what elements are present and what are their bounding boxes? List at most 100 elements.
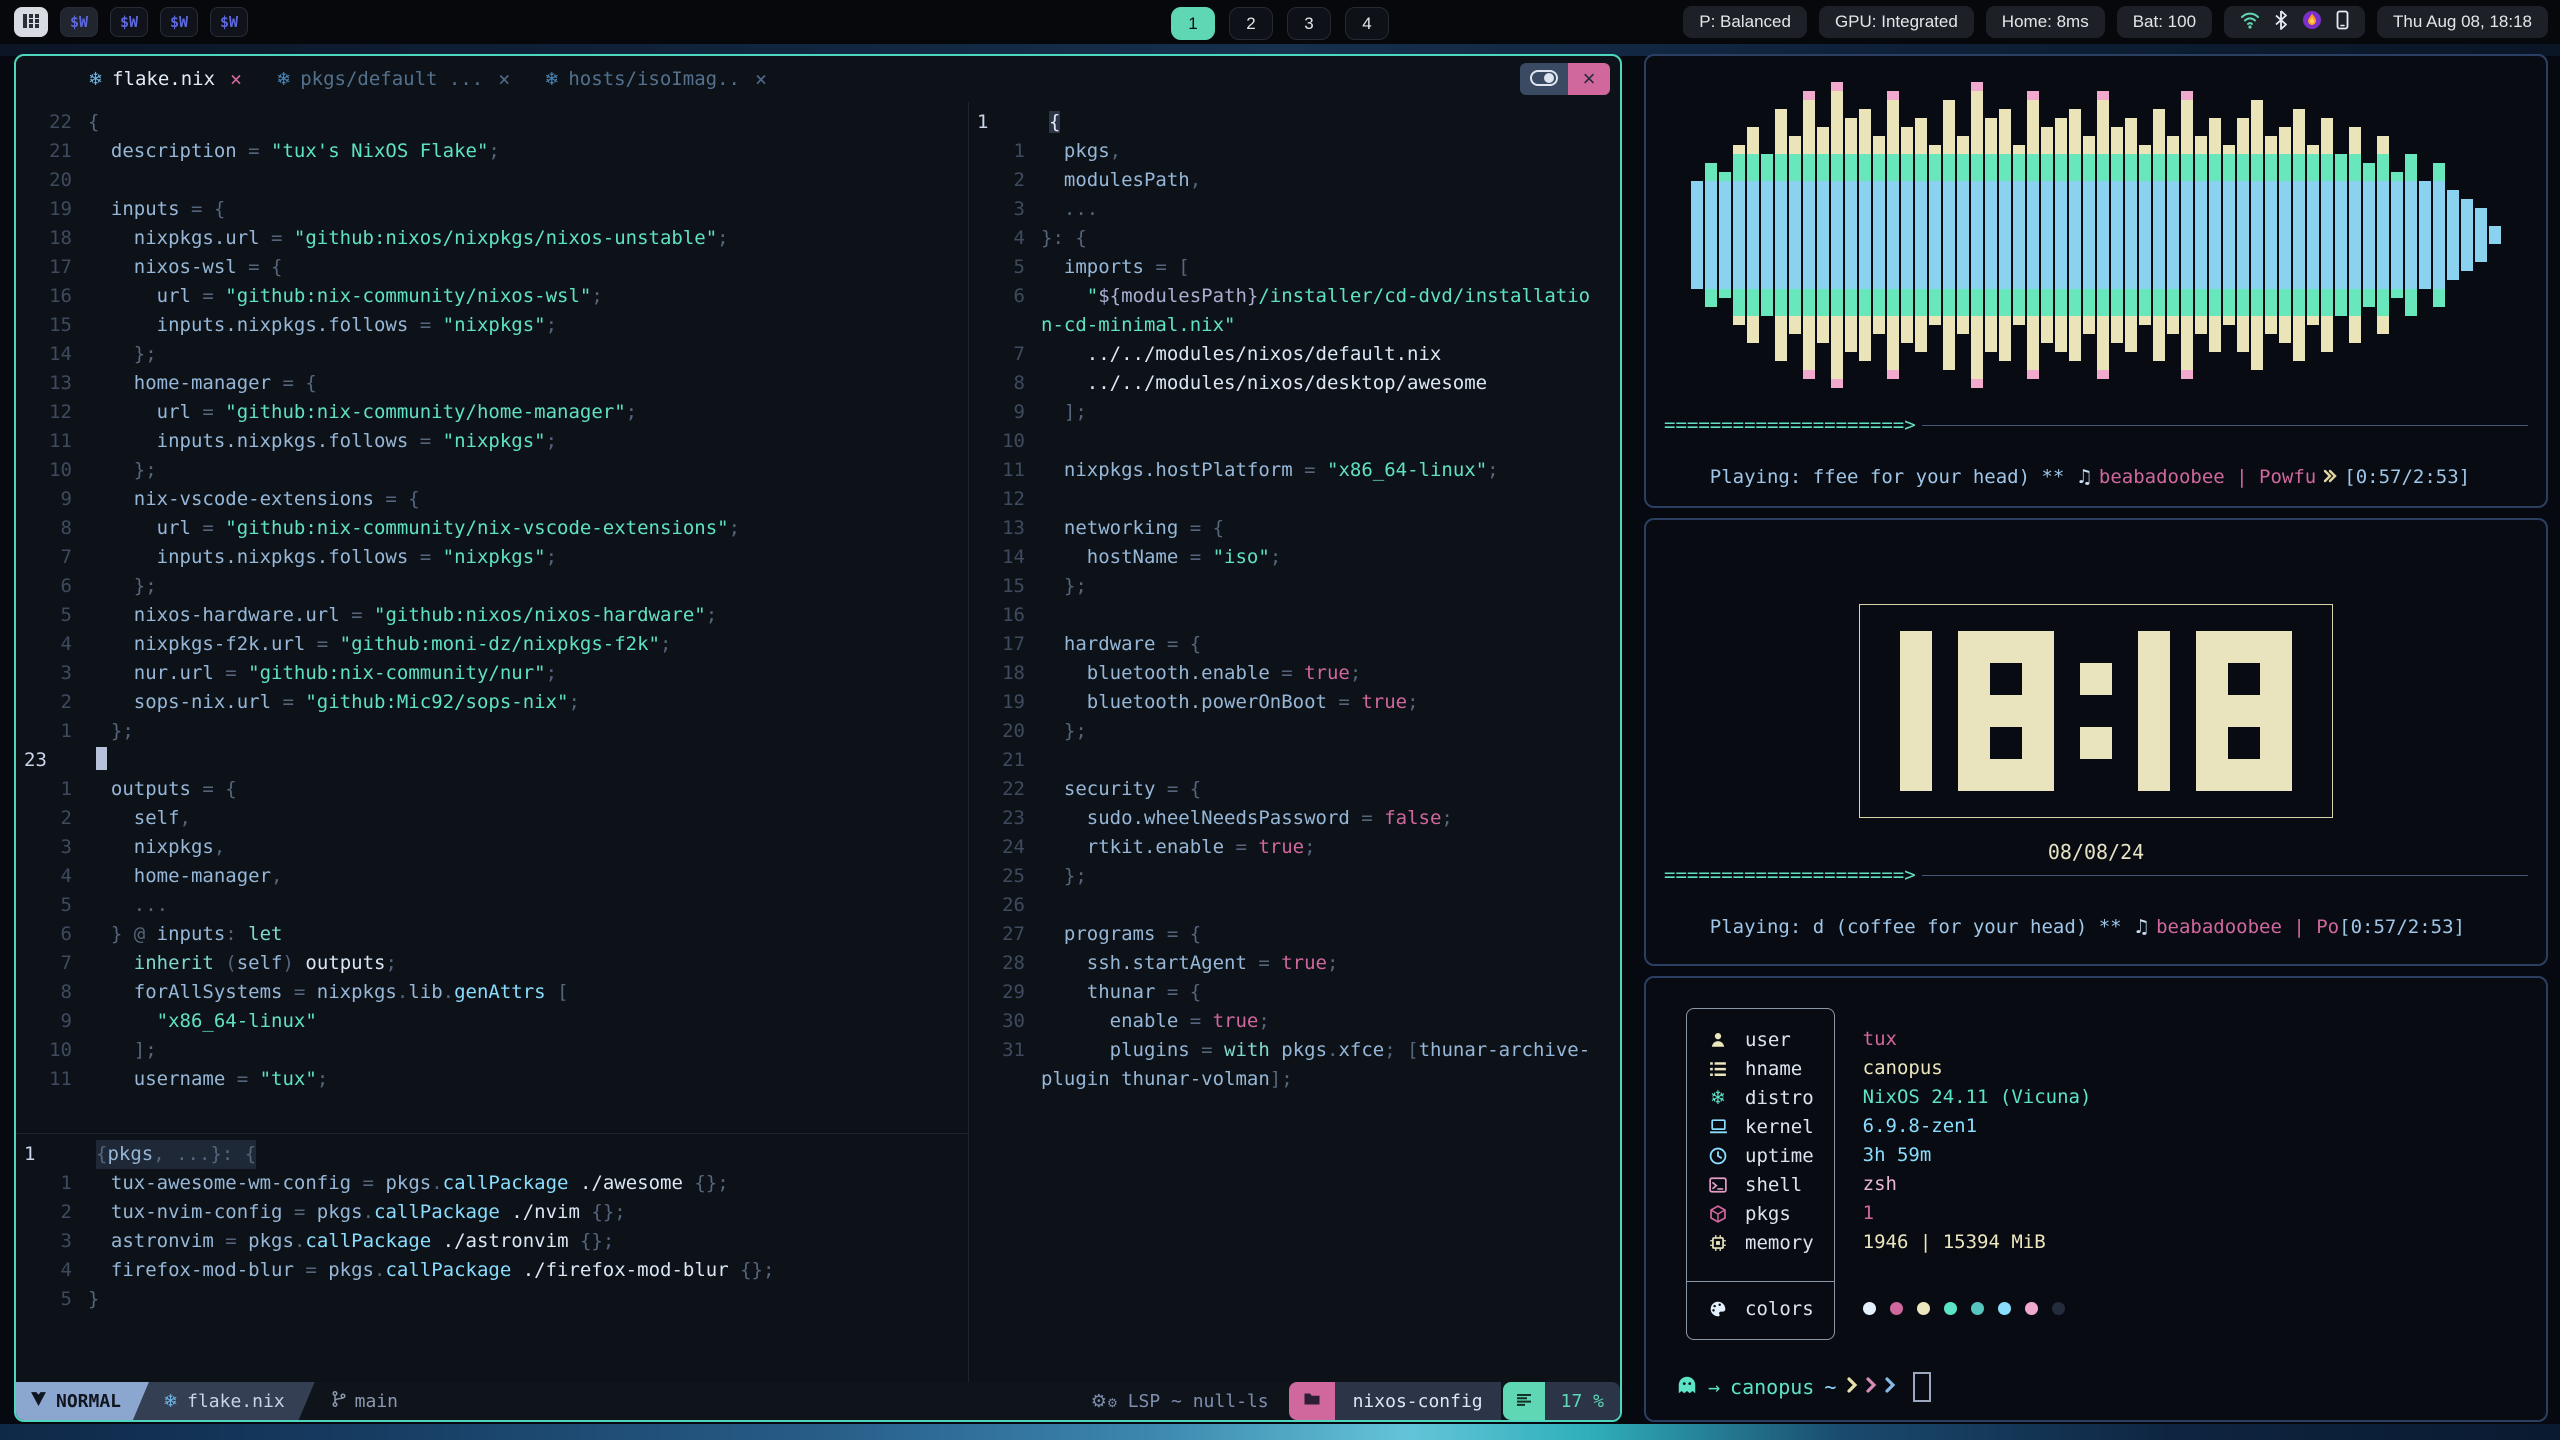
toggle-button[interactable] — [1520, 63, 1568, 95]
code-line: 4 nixpkgs-f2k.url = "github:moni-dz/nixp… — [16, 630, 968, 659]
color-dot — [1971, 1302, 1984, 1315]
visualizer-bar — [1719, 70, 1731, 400]
visualizer-bar — [2237, 70, 2249, 400]
line-number: 17 — [969, 630, 1041, 659]
buffer-tab-1[interactable]: ❄flake.nix× — [88, 67, 242, 91]
clock-digit — [1958, 631, 2054, 791]
lsp-segment: ⚙⚙ LSP ~ null-ls — [1091, 1382, 1269, 1420]
audio-visualizer — [1664, 70, 2528, 400]
music-note-icon: ♫ — [2076, 466, 2099, 488]
lines-icon — [1516, 1391, 1532, 1412]
line-number: 10 — [969, 427, 1041, 456]
fetch-labels: userhname❄distrokerneluptimeshellpkgsmem… — [1686, 1008, 1835, 1340]
progress-text: =====================> — [1664, 864, 1916, 886]
visualizer-bar — [2111, 70, 2123, 400]
line-number: 2 — [16, 804, 88, 833]
fetch-row-pkgs: pkgs — [1707, 1199, 1814, 1228]
line-number: 3 — [16, 833, 88, 862]
visualizer-bar — [1775, 70, 1787, 400]
visualizer-bar — [1887, 70, 1899, 400]
datetime-text: Thu Aug 08, 18:18 — [2393, 12, 2532, 32]
workspace-button-1[interactable]: $W — [60, 7, 98, 37]
prompt-host: canopus — [1730, 1375, 1814, 1399]
visualizer-bar — [1859, 70, 1871, 400]
tab-close-icon[interactable]: × — [498, 67, 510, 91]
code-line: 13 networking = { — [969, 514, 1620, 543]
status-pill: P: Balanced — [1683, 6, 1807, 38]
track-title: d (coffee for your head) ** — [1813, 916, 2133, 938]
progress-text: =====================> — [1664, 414, 1916, 436]
code-line: 11 username = "tux"; — [16, 1065, 968, 1094]
code-line: 11 nixpkgs.hostPlatform = "x86_64-linux"… — [969, 456, 1620, 485]
line-number: 1 — [16, 1140, 96, 1169]
tag-1[interactable]: 1 — [1171, 7, 1215, 40]
tab-label: hosts/isoImag.. — [568, 68, 740, 90]
code-line: 6 "${modulesPath}/installer/cd-dvd/insta… — [969, 282, 1620, 311]
tab-label: flake.nix — [112, 68, 215, 90]
tag-3[interactable]: 3 — [1287, 7, 1331, 40]
workspace-button-4[interactable]: $W — [210, 7, 248, 37]
code-line: 4 firefox-mod-blur = pkgs.callPackage ./… — [16, 1256, 968, 1285]
line-number: 6 — [16, 572, 88, 601]
status-pill: GPU: Integrated — [1819, 6, 1974, 38]
visualizer-bar — [2433, 70, 2445, 400]
clock-digit — [1900, 631, 1932, 791]
workspace-buttons: $W $W $W $W — [60, 7, 248, 37]
code-line: 20 }; — [969, 717, 1620, 746]
code-line: 8 ../../modules/nixos/desktop/awesome — [969, 369, 1620, 398]
line-number: 4 — [16, 1256, 88, 1285]
editor-pane-flake[interactable]: 22{21 description = "tux's NixOS Flake";… — [16, 102, 968, 1133]
chevron-pink-icon — [1865, 1375, 1878, 1400]
color-dot — [1917, 1302, 1930, 1315]
tab-close-icon[interactable]: × — [755, 67, 767, 91]
buffer-tab-2[interactable]: ❄pkgs/default ...× — [276, 67, 510, 91]
editor-pane-pkgs[interactable]: 1{pkgs, ...}: {1 tux-awesome-wm-config =… — [16, 1134, 968, 1382]
statusline: NORMAL ❄ flake.nix main ⚙⚙ LSP ~ null-ls — [16, 1382, 1620, 1420]
shell-prompt[interactable]: → canopus ~ — [1676, 1372, 1931, 1402]
visualizer-bar — [1915, 70, 1927, 400]
tag-2[interactable]: 2 — [1229, 7, 1273, 40]
terminal-clock: 08/08/24 =====================> Playing:… — [1644, 518, 2548, 966]
line-number — [969, 311, 1041, 340]
tab-close-icon[interactable]: × — [230, 67, 242, 91]
visualizer-bar — [2251, 70, 2263, 400]
user-icon — [1707, 1031, 1729, 1049]
editor-pane-iso[interactable]: 1{1 pkgs,2 modulesPath,3 ...4}: {5 impor… — [969, 102, 1620, 1382]
color-dot — [1890, 1302, 1903, 1315]
workspace-button-2[interactable]: $W — [110, 7, 148, 37]
buffer-tab-3[interactable]: ❄hosts/isoImag..× — [544, 67, 767, 91]
visualizer-bar — [2419, 70, 2431, 400]
fetch-divider — [1687, 1281, 1834, 1282]
fetch-value-pkgs: 1 — [1863, 1199, 2092, 1228]
code-line: 7 ../../modules/nixos/default.nix — [969, 340, 1620, 369]
close-button[interactable]: × — [1568, 63, 1610, 95]
visualizer-bar — [2475, 70, 2487, 400]
bluetooth-icon — [2274, 10, 2288, 35]
visualizer-bar — [2489, 70, 2501, 400]
code-line: 6 }; — [16, 572, 968, 601]
neovim-window: ❄flake.nix×❄pkgs/default ...×❄hosts/isoI… — [14, 54, 1622, 1422]
color-dot — [1998, 1302, 2011, 1315]
line-number: 9 — [16, 1007, 88, 1036]
line-number: 7 — [969, 340, 1041, 369]
clock-date: 08/08/24 — [1664, 840, 2528, 864]
tray[interactable] — [2224, 6, 2365, 38]
code-line: 22{ — [16, 108, 968, 137]
line-number: 29 — [969, 978, 1041, 1007]
tag-4[interactable]: 4 — [1345, 7, 1389, 40]
line-number: 20 — [969, 717, 1041, 746]
workspace-button-3[interactable]: $W — [160, 7, 198, 37]
prompt-path: ~ — [1824, 1375, 1836, 1399]
close-icon: × — [1583, 68, 1596, 90]
line-number: 5 — [16, 891, 88, 920]
launcher-button[interactable] — [14, 7, 48, 37]
code-line: 10 — [969, 427, 1620, 456]
code-line-wrap: plugin thunar-volman]; — [969, 1065, 1620, 1094]
line-number: 11 — [969, 456, 1041, 485]
code-line: 15 }; — [969, 572, 1620, 601]
visualizer-bar — [2209, 70, 2221, 400]
grid-icon — [22, 13, 40, 32]
fetch-value-shell: zsh — [1863, 1170, 2092, 1199]
visualizer-bar — [2083, 70, 2095, 400]
code-line: 5 imports = [ — [969, 253, 1620, 282]
